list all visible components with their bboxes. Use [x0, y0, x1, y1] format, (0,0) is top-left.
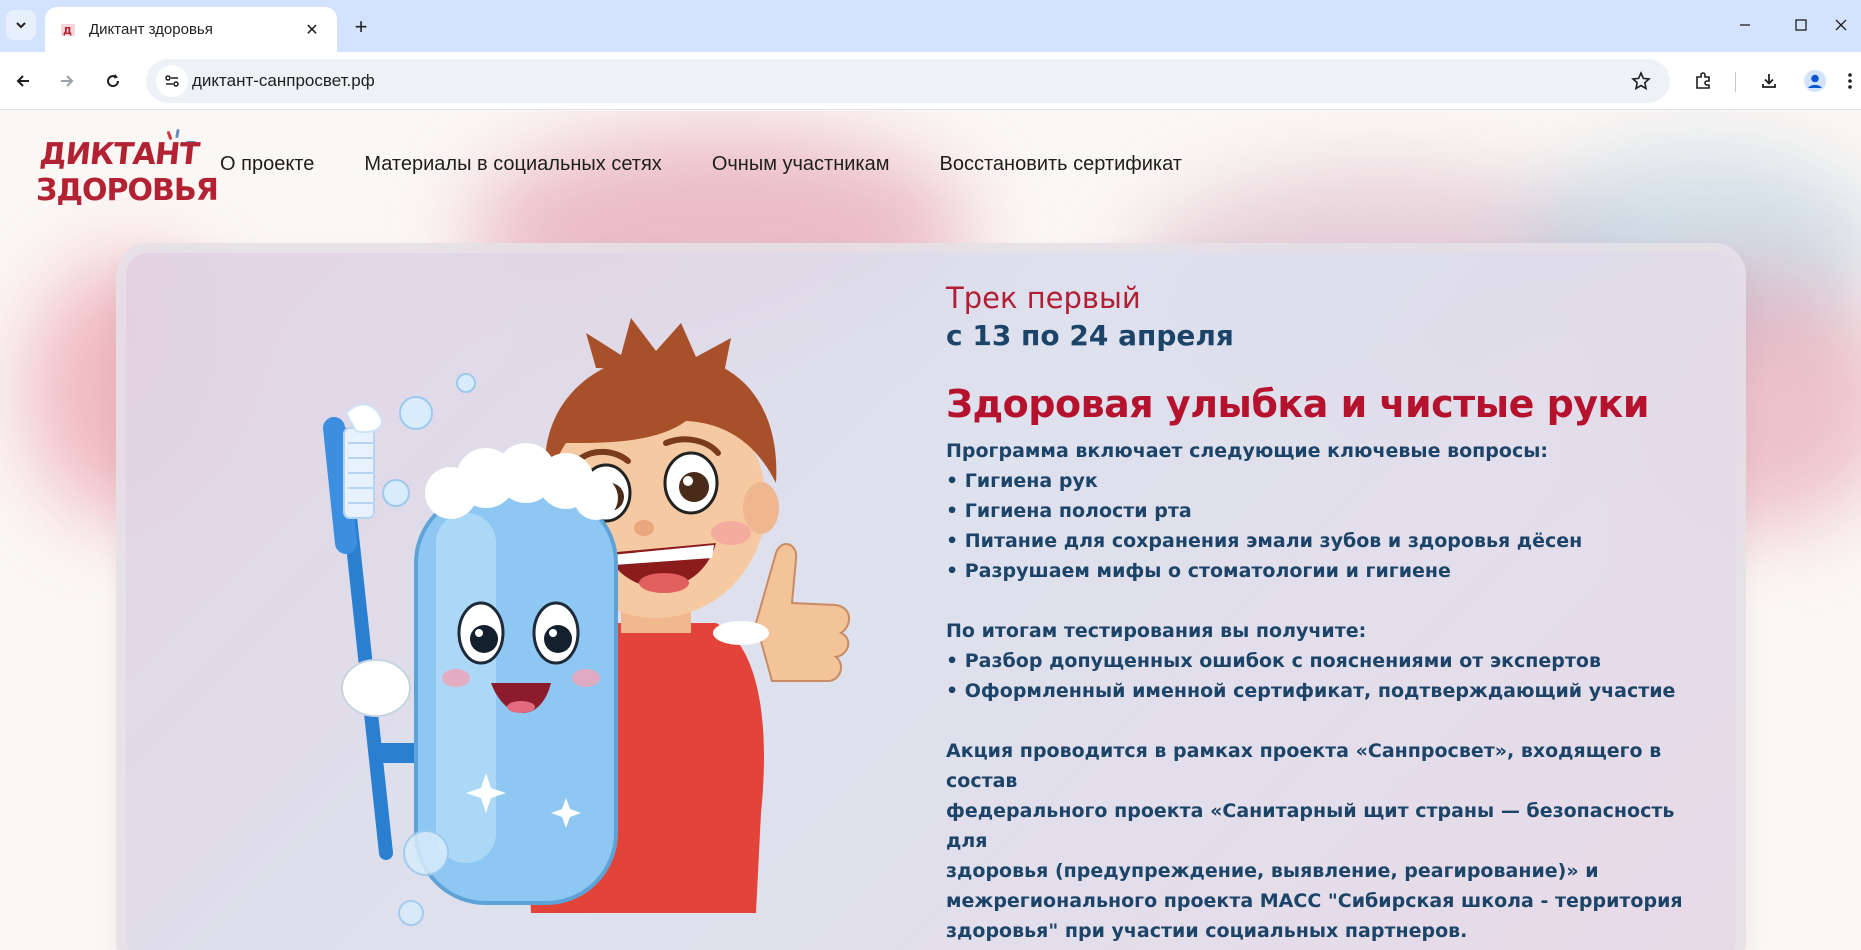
site-header: ДИКТАНТ ЗДОРОВЬЯ О проекте Материалы в с… [0, 111, 1861, 223]
track-label: Трек первый [946, 281, 1141, 315]
nav-in-person[interactable]: Очным участникам [712, 153, 890, 176]
site-info-icon [165, 75, 179, 87]
tab-title: Диктант здоровья [89, 21, 213, 38]
site-info-button[interactable] [156, 65, 188, 97]
chevron-down-icon [16, 22, 26, 29]
profile-icon [1804, 70, 1826, 92]
web-page: ДИКТАНТ ЗДОРОВЬЯ О проекте Материалы в с… [0, 111, 1861, 950]
back-button[interactable] [6, 64, 40, 98]
reload-button[interactable] [96, 64, 130, 98]
site-logo[interactable]: ДИКТАНТ ЗДОРОВЬЯ [36, 125, 219, 219]
nav-social-materials[interactable]: Материалы в социальных сетях [364, 153, 661, 176]
track-title: Здоровая улыбка и чистые руки [946, 382, 1649, 426]
browser-toolbar: диктант-санпросвет.рф [0, 52, 1861, 110]
results-item: • Разбор допущенных ошибок с пояснениями… [946, 650, 1601, 672]
program-item: • Питание для сохранения эмали зубов и з… [946, 530, 1583, 552]
footer-line: Акция проводится в рамках проекта «Санпр… [946, 740, 1662, 792]
program-item: • Разрушаем мифы о стоматологии и гигиен… [946, 560, 1451, 582]
star-icon [1631, 71, 1651, 91]
reload-icon [107, 74, 120, 88]
forward-icon [61, 75, 74, 87]
results-heading: По итогам тестирования вы получите: [946, 620, 1367, 642]
program-heading: Программа включает следующие ключевые во… [946, 440, 1548, 462]
downloads-button[interactable] [1752, 64, 1786, 98]
footer-line: межрегионального проекта МАСС "Сибирская… [946, 890, 1683, 912]
url-text[interactable]: диктант-санпросвет.рф [192, 71, 375, 91]
footer-line: федерального проекта «Санитарный щит стр… [946, 800, 1675, 852]
back-icon [16, 75, 29, 87]
tab-close-icon[interactable]: ✕ [301, 19, 323, 41]
bookmark-button[interactable] [1626, 66, 1656, 96]
track-content: Трек первый с 13 по 24 апреля Здоровая у… [946, 281, 1716, 946]
program-item: • Гигиена рук [946, 470, 1098, 492]
extensions-icon [1696, 72, 1710, 89]
svg-text:Д: Д [63, 26, 72, 37]
close-icon [1835, 19, 1847, 31]
download-icon [1762, 74, 1776, 88]
maximize-button[interactable] [1778, 8, 1824, 42]
maximize-icon [1795, 19, 1807, 31]
program-section: Программа включает следующие ключевые во… [946, 436, 1716, 946]
nav-restore-certificate[interactable]: Восстановить сертификат [940, 153, 1182, 176]
extensions-button[interactable] [1686, 64, 1720, 98]
program-item: • Гигиена полости рта [946, 500, 1192, 522]
logo-text-line2: ЗДОРОВЬЯ [36, 173, 219, 208]
close-window-button[interactable] [1834, 8, 1861, 42]
nav-about[interactable]: О проекте [220, 153, 314, 176]
menu-icon [1847, 73, 1852, 89]
address-bar[interactable]: диктант-санпросвет.рф [146, 59, 1670, 103]
toolbar-divider [1735, 72, 1736, 92]
logo-text-line1: ДИКТАНТ [38, 137, 201, 172]
browser-tab-active[interactable]: Д Диктант здоровья ✕ [45, 7, 337, 52]
minimize-icon [1740, 24, 1750, 26]
browser-menu-button[interactable] [1838, 64, 1861, 98]
profile-button[interactable] [1798, 64, 1832, 98]
footer-line: здоровья (предупреждение, выявление, реа… [946, 860, 1599, 882]
results-item: • Оформленный именной сертификат, подтве… [946, 680, 1676, 702]
main-nav: О проекте Материалы в социальных сетях О… [220, 153, 1232, 176]
illustration-boy-and-soap [323, 318, 850, 926]
favicon: Д [59, 21, 77, 39]
tab-search-button[interactable] [6, 10, 36, 40]
browser-tab-bar: Д Диктант здоровья ✕ + [0, 0, 1861, 52]
footer-line: здоровья" при участии социальных партнер… [946, 920, 1468, 942]
track-card: Трек первый с 13 по 24 апреля Здоровая у… [126, 253, 1736, 950]
forward-button[interactable] [50, 64, 84, 98]
track-dates: с 13 по 24 апреля [946, 319, 1234, 352]
minimize-button[interactable] [1722, 8, 1768, 42]
new-tab-button[interactable]: + [346, 12, 376, 42]
